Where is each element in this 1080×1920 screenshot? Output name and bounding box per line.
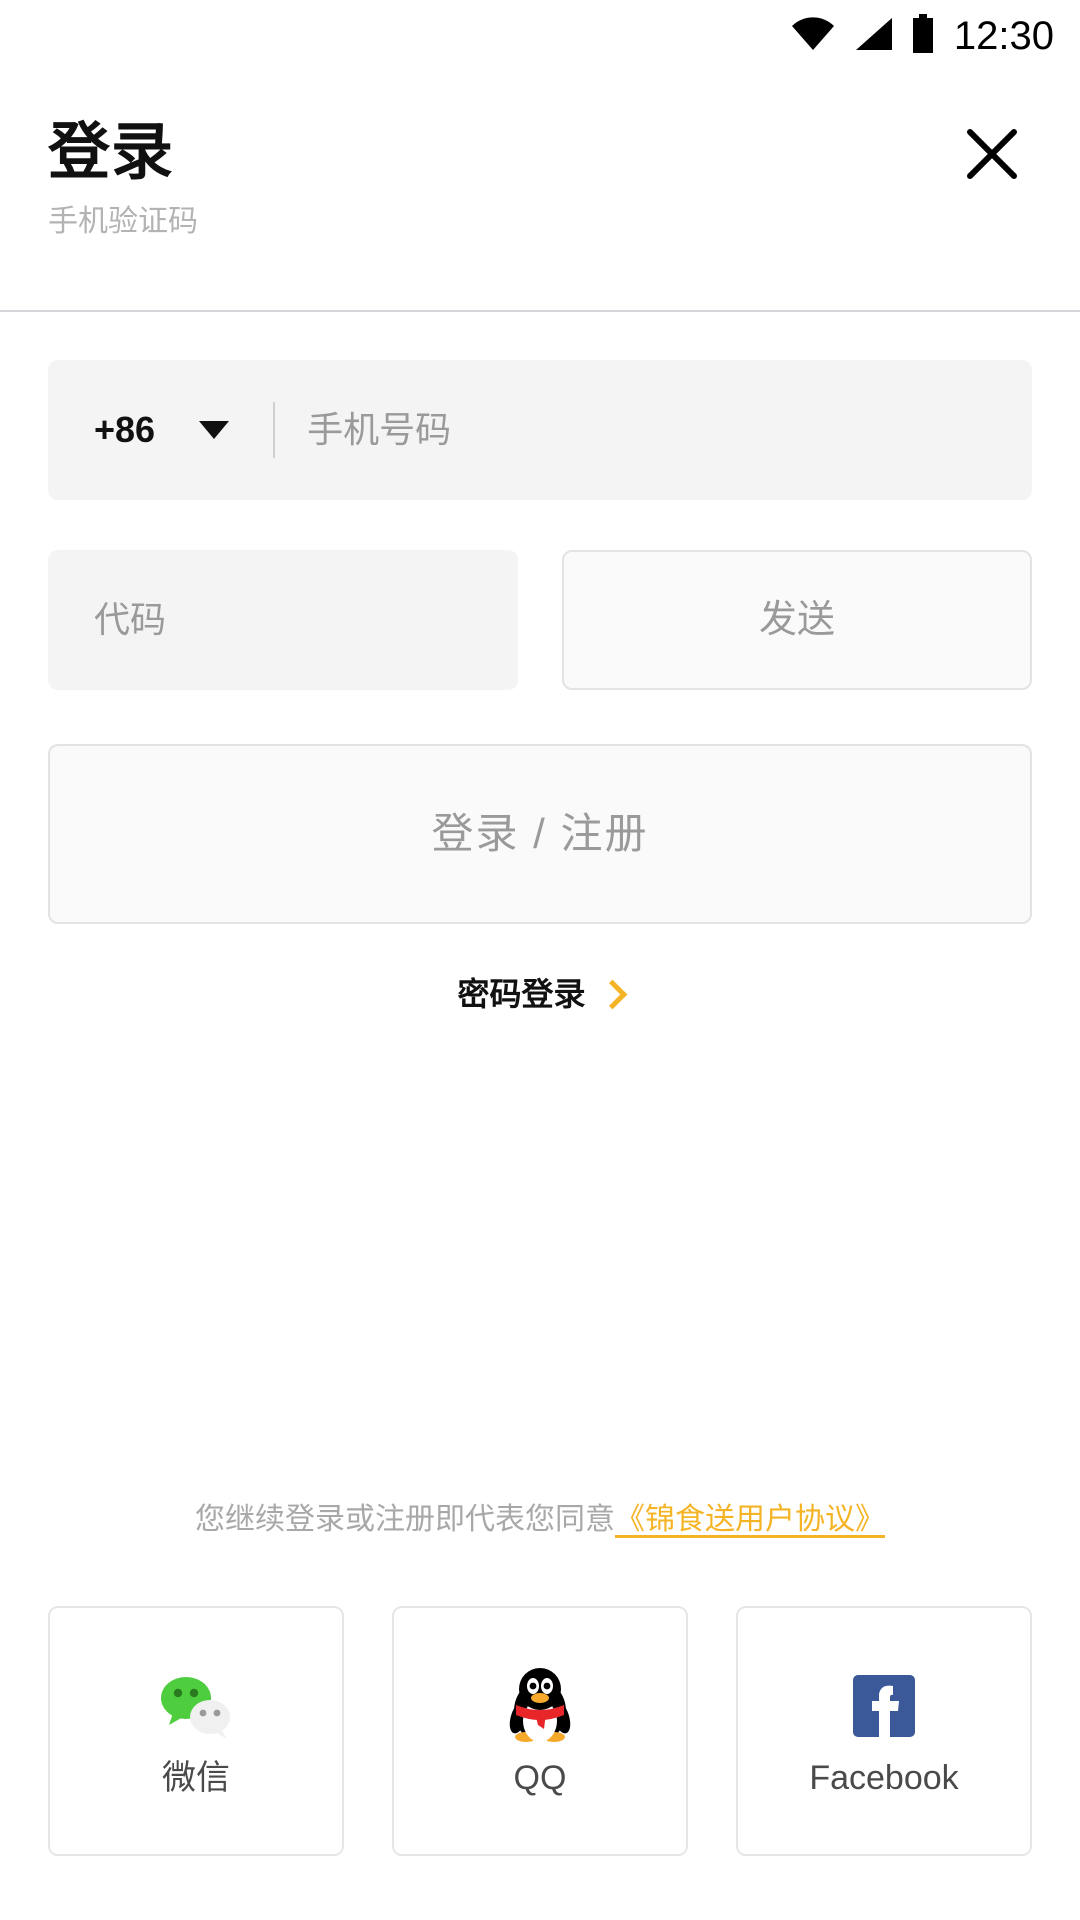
signal-icon <box>852 16 894 57</box>
phone-input[interactable]: 手机号码 <box>307 412 451 448</box>
code-field[interactable]: 代码 <box>48 550 518 690</box>
status-bar: 12:30 <box>0 0 1080 72</box>
agreement-text: 您继续登录或注册即代表您同意《锦食送用户协议》 <box>0 1502 1080 1538</box>
social-login-wechat[interactable]: 微信 <box>48 1606 344 1856</box>
social-login-facebook[interactable]: Facebook <box>736 1606 1032 1856</box>
agreement-prefix: 您继续登录或注册即代表您同意 <box>195 1503 615 1536</box>
code-input[interactable]: 代码 <box>94 602 166 638</box>
header-divider <box>0 310 1080 312</box>
qq-icon <box>501 1667 579 1745</box>
code-row: 代码 发送 <box>48 550 1032 690</box>
social-login-row: 微信 QQ Facebook <box>48 1606 1032 1856</box>
country-code-value: +86 <box>94 409 156 450</box>
chevron-right-icon <box>597 979 627 1009</box>
social-login-label: QQ <box>513 1759 567 1797</box>
facebook-icon <box>845 1667 923 1745</box>
wechat-icon <box>157 1667 235 1745</box>
login-register-label: 登录 / 注册 <box>431 810 649 857</box>
social-login-label: 微信 <box>162 1759 230 1797</box>
page-title: 登录 <box>48 118 175 187</box>
send-code-button[interactable]: 发送 <box>562 550 1032 690</box>
social-login-qq[interactable]: QQ <box>392 1606 688 1856</box>
phone-field[interactable]: +86 手机号码 <box>48 360 1032 500</box>
header: 登录 手机验证码 <box>0 72 1080 310</box>
user-agreement-link[interactable]: 《锦食送用户协议》 <box>615 1503 885 1536</box>
login-register-button[interactable]: 登录 / 注册 <box>48 744 1032 924</box>
password-login-label: 密码登录 <box>457 976 586 1012</box>
wifi-icon <box>790 16 836 57</box>
password-login-link[interactable]: 密码登录 <box>0 978 1080 1010</box>
close-button[interactable] <box>946 110 1038 202</box>
field-separator <box>273 402 276 458</box>
status-icons <box>790 13 936 59</box>
status-time: 12:30 <box>953 14 1054 58</box>
send-code-label: 发送 <box>758 599 835 641</box>
close-icon <box>964 126 1020 187</box>
page-subtitle: 手机验证码 <box>48 205 198 239</box>
social-login-label: Facebook <box>809 1759 959 1797</box>
battery-icon <box>910 13 936 59</box>
chevron-down-icon[interactable] <box>199 421 230 439</box>
